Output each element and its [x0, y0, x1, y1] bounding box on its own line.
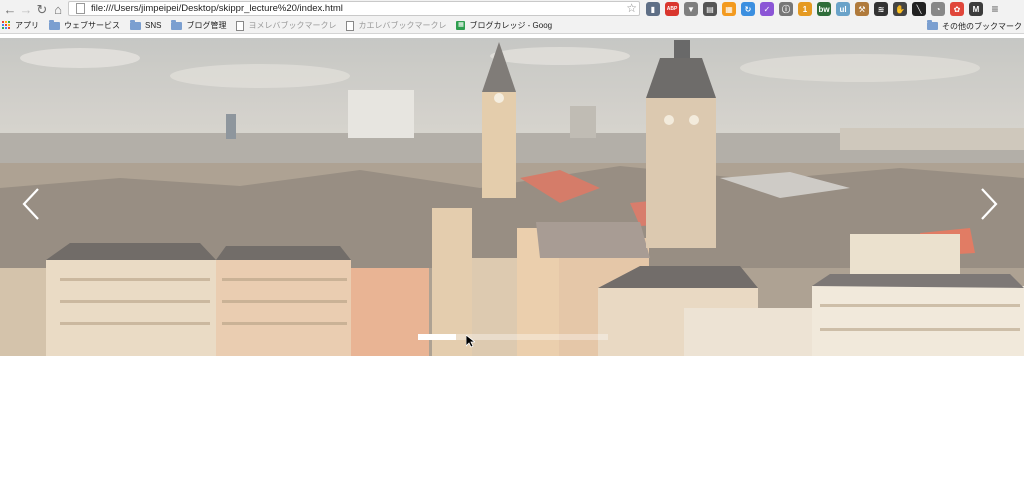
bookmark-label: ヨメレバブックマークレ — [248, 21, 337, 30]
folder-icon — [171, 19, 183, 30]
folder-icon — [927, 20, 938, 30]
bookmark-label: カエレバブックマークレ — [358, 21, 447, 30]
slider-progress-fill — [418, 334, 456, 340]
mouse-cursor-icon — [466, 335, 475, 348]
folder-icon — [49, 19, 60, 30]
extension-strip: ▮ ABP ▼ ▤ ▦ ↻ ✓ ⓘ 1 bw ul ⚒ ≋ ✋ ╲ ◔ ✿ M ≡ — [646, 1, 1002, 17]
forward-button[interactable]: → — [18, 1, 34, 17]
slider-progress-track[interactable] — [418, 334, 608, 340]
document-icon — [346, 20, 355, 31]
hammer-ext-icon[interactable]: ⚒ — [855, 2, 869, 16]
info-ext-icon[interactable]: ⓘ — [779, 2, 793, 16]
chevron-left-icon — [22, 188, 39, 220]
update-ext-icon[interactable]: ↻ — [741, 2, 755, 16]
layers-ext-icon[interactable]: ≋ — [874, 2, 888, 16]
bookmark-ext-icon[interactable]: ▮ — [646, 2, 660, 16]
bookmark-label: SNS — [145, 21, 162, 30]
m-ext-icon[interactable]: M — [969, 2, 983, 16]
other-bookmarks[interactable]: その他のブックマーク — [927, 18, 1022, 34]
slide-image — [0, 38, 1024, 356]
bookmark-label: ブログ管理 — [186, 21, 227, 30]
folder-icon — [130, 19, 141, 30]
bookmark-item[interactable]: カエレバブックマークレ — [346, 18, 446, 34]
page-icon — [76, 3, 85, 14]
check-ext-icon[interactable]: ✓ — [760, 2, 774, 16]
document-icon — [236, 20, 245, 31]
browser-toolbar: ← → ↻ ⌂ file:///Users/jimpeipei/Desktop/… — [0, 0, 1024, 18]
pocket-ext-icon[interactable]: ▼ — [684, 2, 698, 16]
ul-ext-icon[interactable]: ul — [836, 2, 850, 16]
bookmark-item[interactable]: SNS — [130, 18, 161, 34]
slash-ext-icon[interactable]: ╲ — [912, 2, 926, 16]
slider-prev-button[interactable] — [18, 186, 44, 222]
back-button[interactable]: ← — [2, 1, 18, 17]
bookmark-item[interactable]: ブログ管理 — [171, 18, 226, 34]
feed-ext-icon[interactable]: ▦ — [722, 2, 736, 16]
forward-arrow-icon: → — [19, 1, 33, 17]
other-bookmarks-label: その他のブックマーク — [942, 21, 1022, 31]
hand-ext-icon[interactable]: ✋ — [893, 2, 907, 16]
bookmark-label: アプリ — [15, 21, 39, 30]
apps-grid-icon — [2, 21, 11, 30]
image-slider[interactable] — [0, 38, 1024, 356]
back-arrow-icon: ← — [3, 1, 17, 17]
bookmark-label: ウェブサービス — [64, 21, 120, 30]
bookmarks-bar: アプリ ウェブサービス SNS ブログ管理 ヨメレバブックマークレ カエレバブックマークレ… — [0, 18, 1024, 34]
color-wheel-ext-icon[interactable]: ✿ — [950, 2, 964, 16]
menu-icon[interactable]: ≡ — [988, 2, 1002, 16]
timer-ext-icon[interactable]: ◔ — [931, 2, 945, 16]
page-content-area — [0, 356, 1024, 489]
bw-ext-icon[interactable]: bw — [817, 2, 831, 16]
abp-ext-icon[interactable]: ABP — [665, 2, 679, 16]
sheets-icon: ▦ — [456, 21, 466, 30]
chevron-right-icon — [981, 188, 998, 220]
bookmark-item[interactable]: ヨメレバブックマークレ — [236, 18, 336, 34]
one-ext-icon[interactable]: 1 — [798, 2, 812, 16]
bookmark-star-icon[interactable]: ☆ — [626, 2, 637, 15]
home-button[interactable]: ⌂ — [50, 1, 66, 17]
home-icon: ⌂ — [54, 1, 62, 17]
bookmark-item[interactable]: ▦ ブログカレッジ - Goog — [456, 18, 552, 34]
bookmark-label: ブログカレッジ - Goog — [469, 21, 553, 30]
address-bar[interactable]: file:///Users/jimpeipei/Desktop/skippr_l… — [68, 1, 640, 16]
notes-ext-icon[interactable]: ▤ — [703, 2, 717, 16]
bookmark-item[interactable]: ウェブサービス — [49, 18, 120, 34]
url-text[interactable]: file:///Users/jimpeipei/Desktop/skippr_l… — [91, 3, 343, 14]
reload-icon: ↻ — [36, 1, 48, 17]
bookmark-item[interactable]: アプリ — [2, 18, 39, 34]
reload-button[interactable]: ↻ — [34, 1, 50, 17]
slider-next-button[interactable] — [976, 186, 1002, 222]
